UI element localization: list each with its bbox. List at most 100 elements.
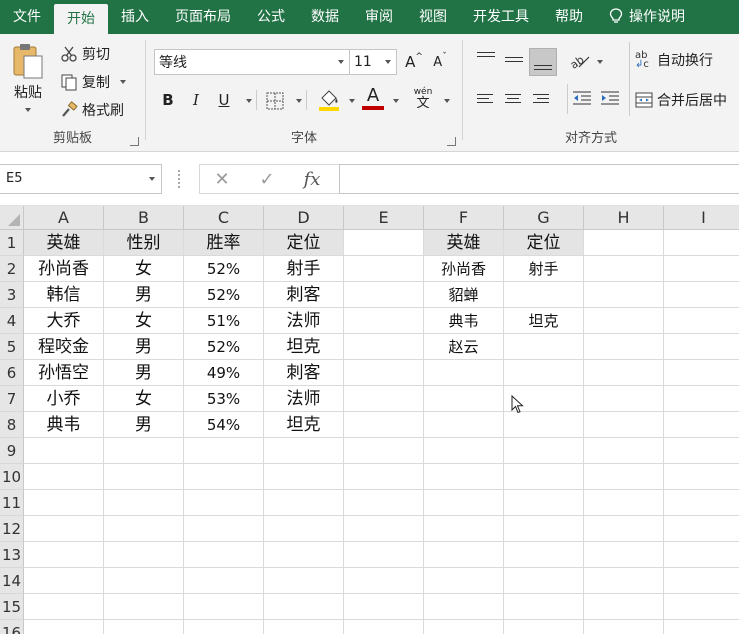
lookup-header-cell[interactable]: 英雄 xyxy=(424,230,503,255)
table-cell[interactable]: 52% xyxy=(184,282,263,307)
menu-insert[interactable]: 插入 xyxy=(108,0,162,34)
lookup-cell[interactable]: 赵云 xyxy=(424,334,503,359)
row-header-9[interactable]: 9 xyxy=(0,438,24,464)
table-cell[interactable]: 孙悟空 xyxy=(24,360,103,385)
row-header-2[interactable]: 2 xyxy=(0,256,24,282)
border-dropdown-icon[interactable] xyxy=(296,99,302,103)
column-header-b[interactable]: B xyxy=(104,206,184,230)
copy-dropdown-icon[interactable] xyxy=(120,80,126,84)
row-header-15[interactable]: 15 xyxy=(0,594,24,620)
row-header-8[interactable]: 8 xyxy=(0,412,24,438)
table-cell[interactable]: 刺客 xyxy=(264,360,343,385)
table-cell[interactable]: 大乔 xyxy=(24,308,103,333)
select-all-corner[interactable] xyxy=(0,206,24,230)
lookup-cell[interactable]: 坦克 xyxy=(504,308,583,333)
column-header-g[interactable]: G xyxy=(504,206,584,230)
italic-button[interactable]: I xyxy=(184,88,208,112)
table-cell[interactable]: 女 xyxy=(104,256,183,281)
table-cell[interactable]: 典韦 xyxy=(24,412,103,437)
fill-color-dropdown-icon[interactable] xyxy=(349,99,355,103)
row-header-12[interactable]: 12 xyxy=(0,516,24,542)
align-top-icon[interactable] xyxy=(475,48,497,70)
table-cell[interactable]: 孙尚香 xyxy=(24,256,103,281)
table-cell[interactable]: 韩信 xyxy=(24,282,103,307)
menu-help[interactable]: 帮助 xyxy=(542,0,596,34)
table-cell[interactable]: 52% xyxy=(184,256,263,281)
table-cell[interactable]: 52% xyxy=(184,334,263,359)
table-cell[interactable]: 男 xyxy=(104,282,183,307)
table-cell[interactable]: 法师 xyxy=(264,308,343,333)
row-header-5[interactable]: 5 xyxy=(0,334,24,360)
phonetic-button[interactable]: wén 文 xyxy=(410,86,436,114)
table-cell[interactable]: 射手 xyxy=(264,256,343,281)
column-header-d[interactable]: D xyxy=(264,206,344,230)
column-header-h[interactable]: H xyxy=(584,206,664,230)
table-cell[interactable]: 刺客 xyxy=(264,282,343,307)
table-cell[interactable]: 男 xyxy=(104,334,183,359)
lookup-header-cell[interactable]: 定位 xyxy=(504,230,583,255)
lookup-cell[interactable] xyxy=(504,282,583,307)
table-cell[interactable]: 男 xyxy=(104,360,183,385)
underline-button[interactable]: U xyxy=(212,88,236,112)
align-center-icon[interactable] xyxy=(503,90,525,112)
menu-data[interactable]: 数据 xyxy=(298,0,352,34)
table-cell[interactable]: 女 xyxy=(104,386,183,411)
table-cell[interactable]: 女 xyxy=(104,308,183,333)
table-cell[interactable]: 男 xyxy=(104,412,183,437)
bold-button[interactable]: B xyxy=(156,88,180,112)
row-header-4[interactable]: 4 xyxy=(0,308,24,334)
row-header-16[interactable]: 16 xyxy=(0,620,24,634)
underline-dropdown-icon[interactable] xyxy=(246,99,252,103)
lookup-cell[interactable]: 孙尚香 xyxy=(424,256,503,281)
wrap-text-button[interactable]: ab ↲c 自动换行 xyxy=(635,50,713,70)
insert-function-icon[interactable]: fx xyxy=(298,166,326,192)
table-cell[interactable]: 53% xyxy=(184,386,263,411)
row-header-3[interactable]: 3 xyxy=(0,282,24,308)
column-header-c[interactable]: C xyxy=(184,206,264,230)
table-cell[interactable]: 坦克 xyxy=(264,412,343,437)
align-left-icon[interactable] xyxy=(475,90,497,112)
orientation-icon[interactable]: ab xyxy=(569,52,591,70)
menu-developer[interactable]: 开发工具 xyxy=(460,0,542,34)
formula-input[interactable] xyxy=(339,164,739,194)
table-cell[interactable]: 51% xyxy=(184,308,263,333)
paste-dropdown-icon[interactable] xyxy=(25,108,31,112)
column-header-e[interactable]: E xyxy=(344,206,424,230)
column-header-i[interactable]: I xyxy=(664,206,739,230)
menu-page-layout[interactable]: 页面布局 xyxy=(162,0,244,34)
menu-view[interactable]: 视图 xyxy=(406,0,460,34)
align-right-icon[interactable] xyxy=(531,90,553,112)
font-name-select[interactable]: 等线 xyxy=(154,49,350,75)
table-cell[interactable]: 法师 xyxy=(264,386,343,411)
lookup-cell[interactable]: 射手 xyxy=(504,256,583,281)
format-painter-button[interactable]: 格式刷 xyxy=(60,100,124,120)
paste-button[interactable]: 粘贴 xyxy=(6,42,50,112)
table-cell[interactable]: 坦克 xyxy=(264,334,343,359)
font-size-select[interactable]: 11 xyxy=(349,49,397,75)
table-header-cell[interactable]: 英雄 xyxy=(24,230,103,255)
table-cell[interactable]: 49% xyxy=(184,360,263,385)
orientation-dropdown-icon[interactable] xyxy=(597,60,603,64)
lookup-cell[interactable]: 典韦 xyxy=(424,308,503,333)
table-header-cell[interactable]: 性别 xyxy=(104,230,183,255)
cancel-icon[interactable]: ✕ xyxy=(208,166,236,192)
row-header-10[interactable]: 10 xyxy=(0,464,24,490)
table-cell[interactable]: 程咬金 xyxy=(24,334,103,359)
menu-tell-me[interactable]: 操作说明 xyxy=(596,0,698,34)
column-header-a[interactable]: A xyxy=(24,206,104,230)
clipboard-launcher-icon[interactable] xyxy=(130,137,139,146)
border-icon[interactable] xyxy=(266,92,284,110)
font-color-button[interactable]: A xyxy=(361,86,385,112)
menu-file[interactable]: 文件 xyxy=(0,0,54,34)
lookup-cell[interactable] xyxy=(504,334,583,359)
table-header-cell[interactable]: 定位 xyxy=(264,230,343,255)
row-header-14[interactable]: 14 xyxy=(0,568,24,594)
fill-color-icon[interactable] xyxy=(318,88,340,112)
copy-button[interactable]: 复制 xyxy=(60,72,126,92)
menu-home[interactable]: 开始 xyxy=(54,4,108,34)
name-box[interactable]: E5 xyxy=(0,164,162,194)
align-bottom-icon[interactable] xyxy=(529,48,557,76)
row-header-1[interactable]: 1 xyxy=(0,230,24,256)
row-header-11[interactable]: 11 xyxy=(0,490,24,516)
phonetic-dropdown-icon[interactable] xyxy=(444,99,450,103)
